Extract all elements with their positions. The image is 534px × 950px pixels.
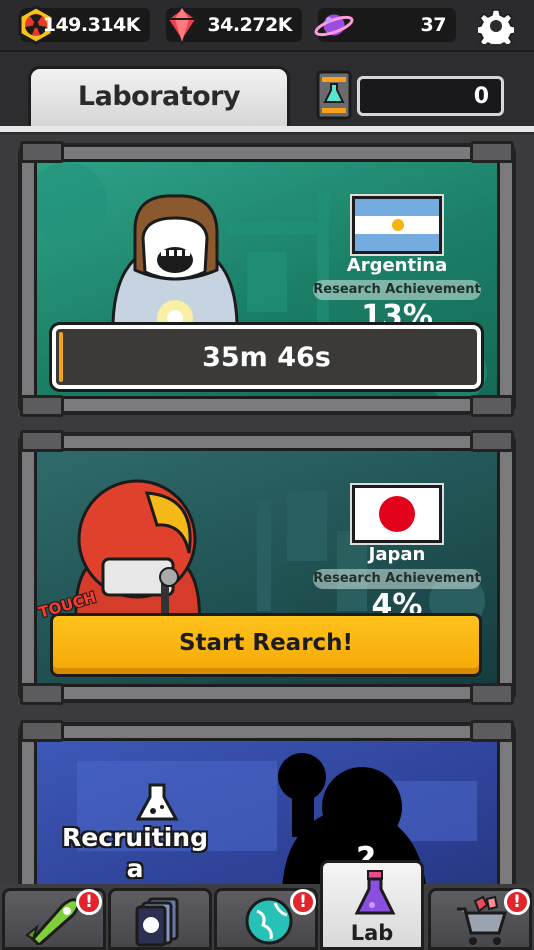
achievement-label: Research Achievement <box>313 569 481 589</box>
flag-argentina <box>352 196 442 254</box>
frame-bolt <box>470 395 514 417</box>
radiation-value: 149.314K <box>42 14 141 36</box>
research-timer: 35m 46s <box>52 325 481 389</box>
potion-counter: 0 <box>357 76 504 116</box>
frame-bolt <box>20 141 64 163</box>
radiation-resource[interactable]: 149.314K <box>18 5 150 45</box>
planet-icon <box>314 11 354 39</box>
achievement-label: Research Achievement <box>313 280 481 300</box>
country-name: Argentina <box>346 255 448 276</box>
red-gem-icon <box>164 6 200 45</box>
frame-bolt <box>470 683 514 705</box>
shop-cart-icon <box>457 895 508 945</box>
globe-icon <box>245 897 293 945</box>
timer-text: 35m 46s <box>202 342 331 373</box>
globe-alert-badge: ! <box>290 889 316 915</box>
tab-laboratory-label: Laboratory <box>77 81 241 112</box>
frame-bolt <box>20 720 64 742</box>
potion-count: 0 <box>473 84 489 109</box>
recruit-line-1: Recruiting <box>62 823 208 852</box>
cards-icon <box>135 897 179 947</box>
frame-bolt <box>470 720 514 742</box>
frame-bolt <box>470 430 514 452</box>
nav-cards[interactable] <box>108 888 212 950</box>
country-name: Japan <box>368 544 426 565</box>
header-divider <box>0 126 534 132</box>
start-research-label: Start Rearch! <box>178 630 354 656</box>
flag-japan <box>352 485 442 543</box>
flask-recruit-icon <box>135 783 179 821</box>
gear-icon[interactable] <box>478 8 514 44</box>
gem-value: 34.272K <box>207 14 292 36</box>
flask-icon <box>354 870 396 915</box>
frame-bolt <box>20 430 64 452</box>
nav-lab-label: Lab <box>350 921 394 945</box>
planet-value: 37 <box>420 14 447 36</box>
researcher-character-argentina <box>111 194 239 340</box>
rocket-icon <box>25 898 80 945</box>
planet-resource[interactable]: 37 <box>314 8 456 42</box>
frame-bolt <box>20 683 64 705</box>
gem-resource[interactable]: 34.272K <box>164 6 302 45</box>
start-research-button[interactable]: Start Rearch! <box>50 613 482 677</box>
potion-item-icon <box>316 70 352 120</box>
nav-lab[interactable]: Lab <box>320 860 424 950</box>
shop-alert-badge: ! <box>504 889 530 915</box>
frame-bolt <box>470 141 514 163</box>
tab-laboratory[interactable]: Laboratory <box>28 66 290 126</box>
rocket-alert-badge: ! <box>76 889 102 915</box>
frame-bolt <box>20 395 64 417</box>
